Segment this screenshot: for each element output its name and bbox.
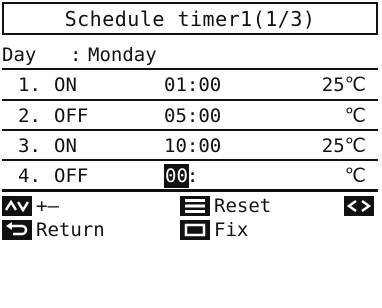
footer-row-top: +– Reset (0, 193, 382, 219)
row-time: 01:00 (164, 74, 222, 96)
row-time: 05:00 (164, 105, 222, 127)
row-number: 2. (18, 105, 41, 127)
row-time: 10:00 (164, 135, 222, 157)
time-minutes-cursor[interactable]: 00 (164, 164, 189, 188)
divider (2, 68, 378, 70)
title-bar: Schedule timer1(1/3) (2, 2, 378, 35)
divider (2, 99, 378, 101)
return-label: Return (36, 219, 105, 241)
row-number: 4. (18, 165, 41, 187)
row-state: ON (54, 74, 77, 96)
reset-key[interactable]: Reset (180, 193, 271, 219)
row-temperature: 25℃ (321, 135, 366, 157)
divider (2, 159, 378, 161)
row-number: 1. (18, 74, 41, 96)
screen-title: Schedule timer1(1/3) (64, 6, 316, 31)
updown-key[interactable]: +– (2, 193, 59, 219)
day-label: Day (2, 44, 37, 66)
divider (2, 189, 378, 192)
day-value: Monday (88, 44, 157, 66)
divider (2, 129, 378, 131)
schedule-timer-screen: Schedule timer1(1/3) Day : Monday 1. ON … (0, 0, 382, 243)
fix-key[interactable]: Fix (180, 217, 248, 243)
fix-label: Fix (214, 219, 249, 241)
row-number: 3. (18, 135, 41, 157)
row-temperature: ℃ (344, 105, 366, 127)
rectangle-icon (180, 220, 210, 240)
day-separator: : (70, 44, 82, 66)
schedule-row-1[interactable]: 1. ON 01:00 25℃ (0, 73, 382, 97)
updown-label: +– (36, 195, 59, 217)
footer-row-bottom: Return Fix (0, 217, 382, 243)
schedule-row-4[interactable]: 4. OFF 23:00 ℃ (0, 164, 382, 188)
row-temperature: 25℃ (321, 74, 366, 96)
leftright-key[interactable] (344, 193, 374, 219)
day-row[interactable]: Day : Monday (0, 43, 382, 67)
left-right-arrows-icon (344, 196, 374, 216)
row-state: ON (54, 135, 77, 157)
schedule-row-2[interactable]: 2. OFF 05:00 ℃ (0, 104, 382, 128)
row-temperature: ℃ (344, 165, 366, 187)
return-arrow-icon (2, 220, 32, 240)
up-down-arrows-icon (2, 196, 32, 216)
reset-label: Reset (214, 195, 272, 217)
schedule-row-3[interactable]: 3. ON 10:00 25℃ (0, 134, 382, 158)
menu-lines-icon (180, 196, 210, 216)
row-state: OFF (54, 105, 89, 127)
row-state: OFF (54, 165, 89, 187)
return-key[interactable]: Return (2, 217, 105, 243)
